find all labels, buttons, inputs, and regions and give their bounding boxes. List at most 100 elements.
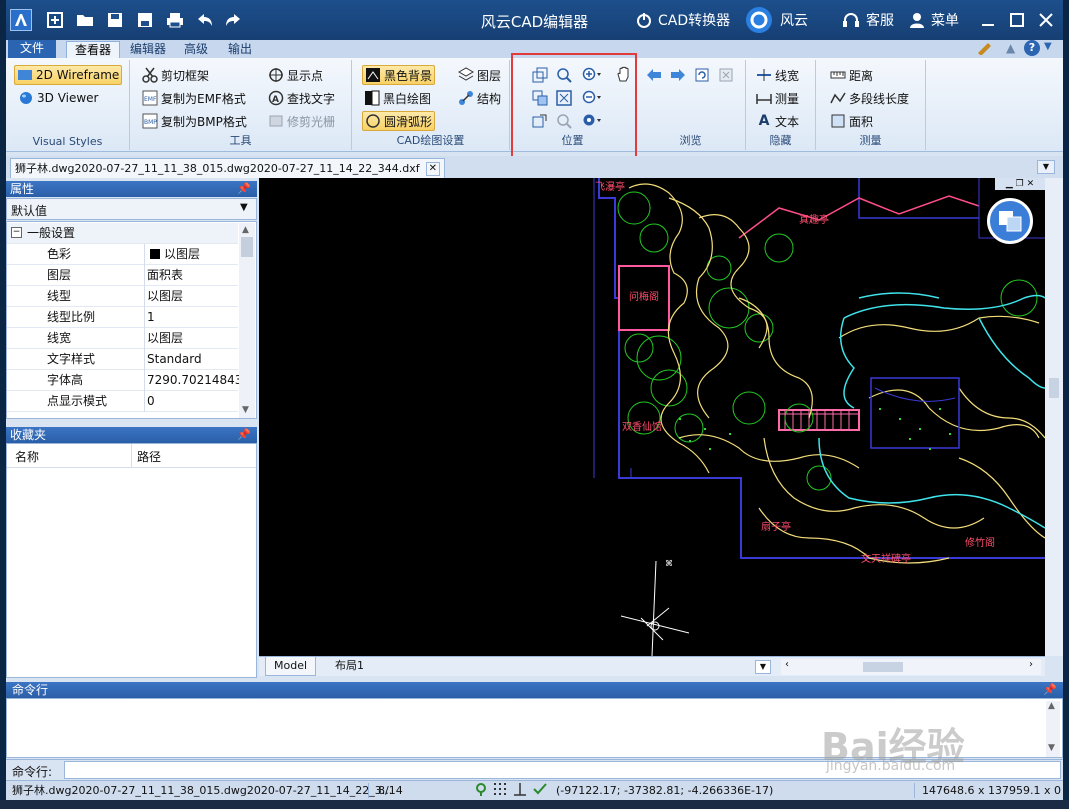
- property-value[interactable]: 1: [147, 307, 155, 327]
- translate-icon[interactable]: [987, 198, 1033, 244]
- property-value[interactable]: 以图层: [147, 286, 183, 306]
- layers-button[interactable]: 图层: [456, 65, 503, 85]
- canvas-horizontal-scrollbar[interactable]: ‹ ›: [781, 659, 1041, 675]
- print-icon[interactable]: [164, 9, 186, 31]
- close-icon[interactable]: [1035, 9, 1057, 31]
- forward-arrow-icon[interactable]: [668, 65, 688, 85]
- property-row[interactable]: 线型比例 1: [7, 307, 238, 328]
- property-row[interactable]: 文字样式 Standard: [7, 349, 238, 370]
- command-scrollbar[interactable]: ▲ ▼: [1046, 701, 1060, 757]
- property-row[interactable]: 色彩 以图层: [7, 244, 238, 265]
- back-arrow-icon[interactable]: [644, 65, 664, 85]
- distance-button[interactable]: 距离: [828, 65, 875, 85]
- maximize-icon[interactable]: [1006, 9, 1028, 31]
- zoom-options-icon[interactable]: [582, 111, 602, 131]
- bw-drawing-button[interactable]: 黑白绘图: [362, 88, 433, 108]
- save-pdf-icon[interactable]: [134, 9, 156, 31]
- scroll-right-icon[interactable]: ›: [1029, 659, 1033, 670]
- new-file-icon[interactable]: [44, 9, 66, 31]
- canvas-vertical-scrollbar[interactable]: [1045, 178, 1063, 656]
- smooth-arc-button[interactable]: 圆滑弧形: [362, 111, 436, 131]
- tab-editor[interactable]: 编辑器: [122, 41, 174, 58]
- cad-converter-button[interactable]: CAD转换器: [636, 10, 730, 30]
- zoom-extents-icon[interactable]: [530, 88, 550, 108]
- close-tab-icon[interactable]: ✕: [425, 161, 440, 176]
- check-icon[interactable]: [532, 782, 548, 802]
- property-row[interactable]: 图层 面积表: [7, 265, 238, 286]
- service-button[interactable]: 客服: [842, 10, 894, 30]
- zoom-previous-icon[interactable]: [530, 111, 550, 131]
- scroll-down-icon[interactable]: ▼: [1048, 743, 1055, 753]
- show-points-button[interactable]: 显示点: [266, 65, 325, 85]
- property-value[interactable]: Standard: [147, 349, 202, 369]
- property-value[interactable]: 7290.702148438: [147, 370, 250, 390]
- save-icon[interactable]: [104, 9, 126, 31]
- polyline-length-button[interactable]: 多段线长度: [828, 88, 911, 108]
- clip-frame-button[interactable]: 剪切框架: [140, 65, 211, 85]
- property-row[interactable]: 线型 以图层: [7, 286, 238, 307]
- grid-icon[interactable]: [493, 782, 507, 802]
- scroll-thumb[interactable]: [241, 237, 253, 257]
- property-value[interactable]: 以图层: [147, 328, 183, 348]
- tab-viewer[interactable]: 查看器: [66, 41, 121, 58]
- tab-file[interactable]: 文件: [8, 40, 56, 58]
- scroll-left-icon[interactable]: ‹: [785, 659, 789, 670]
- hscroll-thumb[interactable]: [863, 662, 903, 672]
- pin-icon[interactable]: 📌: [237, 181, 251, 197]
- minimize-icon[interactable]: [977, 9, 999, 31]
- vscroll-thumb[interactable]: [1049, 378, 1059, 398]
- hide-text-button[interactable]: A 文本: [754, 111, 801, 131]
- property-row[interactable]: 点显示模式 0: [7, 391, 238, 412]
- fengyun-button[interactable]: 风云: [744, 6, 808, 34]
- wireframe-2d-button[interactable]: 2D Wireframe: [14, 65, 122, 85]
- undo-icon[interactable]: [194, 9, 216, 31]
- layout-tabs-dropdown-icon[interactable]: ▼: [755, 660, 771, 674]
- pin-icon[interactable]: 📌: [237, 427, 251, 443]
- hide-linewidth-button[interactable]: 线宽: [754, 65, 801, 85]
- trim-raster-button[interactable]: 修剪光栅: [266, 111, 337, 131]
- tab-advanced[interactable]: 高级: [176, 41, 216, 58]
- document-tab[interactable]: 狮子林.dwg2020-07-27_11_11_38_015.dwg2020-0…: [10, 158, 445, 178]
- scroll-up-icon[interactable]: ▲: [1048, 701, 1055, 711]
- section-general[interactable]: − 一般设置: [7, 223, 238, 244]
- zoom-window-icon[interactable]: [530, 65, 550, 85]
- stop-icon[interactable]: [716, 65, 736, 85]
- fit-window-icon[interactable]: [554, 88, 574, 108]
- property-value[interactable]: 以图层: [164, 244, 200, 264]
- copy-emf-button[interactable]: EMF 复制为EMF格式: [140, 88, 248, 108]
- menu-button[interactable]: 菜单: [909, 10, 959, 30]
- tab-layout1[interactable]: 布局1: [327, 657, 372, 676]
- app-logo-icon[interactable]: [10, 9, 32, 31]
- drawing-canvas[interactable]: 飞瀑亭 问梅阁 双香仙馆 真趣亭 文天祥碑亭 扇子亭 修竹阁 ⌘ ▁ ❐ ✕: [259, 178, 1045, 656]
- col-path[interactable]: 路径: [137, 448, 161, 465]
- viewer-3d-button[interactable]: 3D Viewer: [16, 88, 100, 108]
- ortho-icon[interactable]: [513, 782, 527, 802]
- hide-measure-button[interactable]: 测量: [754, 88, 801, 108]
- structure-button[interactable]: 结构: [456, 88, 503, 108]
- property-row[interactable]: 线宽 以图层: [7, 328, 238, 349]
- tab-output[interactable]: 输出: [220, 41, 260, 58]
- redo-icon[interactable]: [222, 9, 244, 31]
- properties-dropdown[interactable]: 默认值 ▼: [6, 198, 257, 220]
- collapse-ribbon-icon[interactable]: ▲: [1006, 41, 1015, 55]
- property-value[interactable]: 0: [147, 391, 155, 411]
- zoom-realtime-icon[interactable]: [554, 65, 574, 85]
- collapse-icon[interactable]: −: [11, 227, 22, 238]
- pan-hand-icon[interactable]: [614, 64, 634, 84]
- zoom-disabled-icon[interactable]: [554, 111, 574, 131]
- tab-model[interactable]: Model: [265, 657, 317, 676]
- tab-list-dropdown-icon[interactable]: ▼: [1037, 160, 1055, 174]
- zoom-in-icon[interactable]: [582, 65, 602, 85]
- pin-icon[interactable]: 📌: [1043, 682, 1057, 698]
- area-button[interactable]: 面积: [828, 111, 875, 131]
- refresh-icon[interactable]: [692, 65, 712, 85]
- find-text-button[interactable]: A 查找文字: [266, 88, 337, 108]
- property-value[interactable]: 面积表: [147, 265, 183, 285]
- black-background-button[interactable]: 黑色背景: [362, 65, 436, 85]
- snap-icon[interactable]: [474, 782, 488, 802]
- help-icon[interactable]: ?: [1024, 40, 1040, 56]
- zoom-out-icon[interactable]: [582, 88, 602, 108]
- col-name[interactable]: 名称: [15, 448, 39, 465]
- property-row[interactable]: 字体高 7290.702148438: [7, 370, 250, 391]
- canvas-window-controls[interactable]: ▁ ❐ ✕: [995, 178, 1045, 190]
